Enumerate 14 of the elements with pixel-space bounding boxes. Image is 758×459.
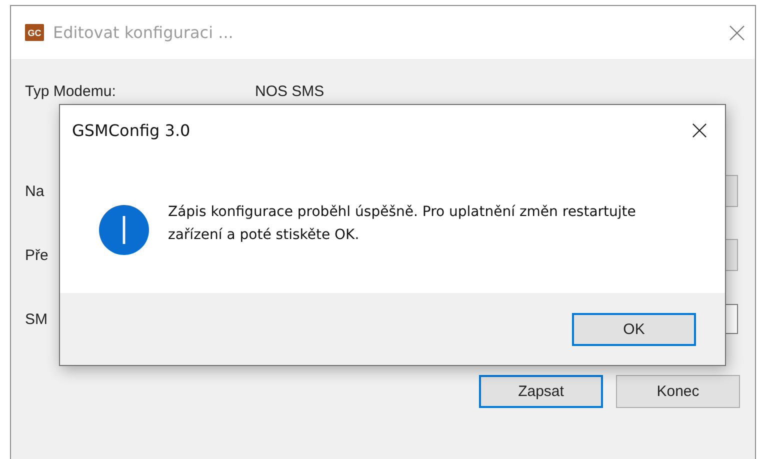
info-icon xyxy=(98,204,150,256)
field-value: NOS SMS xyxy=(255,82,324,100)
field-label: Typ Modemu: xyxy=(25,82,117,100)
app-logo: GC xyxy=(25,24,44,41)
close-icon[interactable] xyxy=(692,122,707,138)
dialog-title: GSMConfig 3.0 xyxy=(72,120,190,140)
message-text: Zápis konfigurace proběhl úspěšně. Pro uplatnění změn restartujte zařízení a poté stiskěte OK. xyxy=(168,203,637,245)
window-title: Editovat konfiguraci ... xyxy=(53,23,234,42)
field-label: Na xyxy=(25,182,46,200)
ok-button[interactable]: OK xyxy=(572,313,696,346)
field-label: Pře xyxy=(25,246,50,264)
field-label: SM xyxy=(25,310,48,328)
dialog-button[interactable]: Zapsat xyxy=(479,375,603,408)
dialog-button[interactable]: Konec xyxy=(616,375,740,408)
